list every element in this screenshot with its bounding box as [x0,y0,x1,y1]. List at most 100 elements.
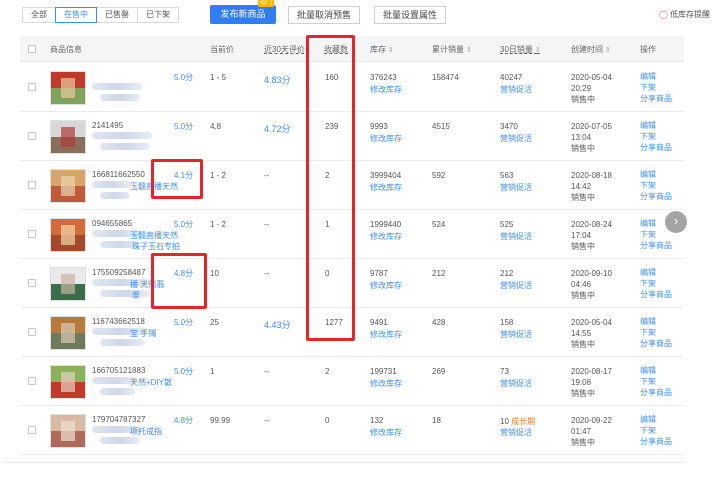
table-row: 166811662550 4.1分 玉髓直播天然 1 - 2 -- 2 3999… [20,161,684,210]
row-checkbox[interactable] [28,377,36,385]
product-title[interactable]: 玉髓直播天然 [130,181,178,192]
promote-link[interactable]: 营销促活 [500,231,532,242]
row-checkbox[interactable] [28,132,36,140]
edit-stock-link[interactable]: 修改库存 [370,182,402,193]
take-down-link[interactable]: 下架 [640,278,672,289]
product-title[interactable]: 玉髓直播天然 [130,230,178,241]
product-title[interactable]: 项托戒指 [130,426,162,437]
product-thumbnail[interactable] [50,71,86,105]
edit-link[interactable]: 编辑 [640,71,672,82]
take-down-link[interactable]: 下架 [640,376,672,387]
promote-link[interactable]: 营销促活 [500,280,532,291]
scroll-right-button[interactable]: › [665,211,687,233]
stock-cell: 132 [370,416,384,425]
stock-cell: 9993 [370,122,388,131]
col-total-sales[interactable]: 累计销量 ⇕ [432,44,472,55]
sales30-cell: 212 [500,269,513,278]
product-title[interactable]: 天然+DIY散 [130,377,172,388]
row-checkbox[interactable] [28,181,36,189]
edit-link[interactable]: 编辑 [640,316,672,327]
edit-stock-link[interactable]: 修改库存 [370,133,402,144]
edit-link[interactable]: 编辑 [640,120,672,131]
row-checkbox[interactable] [28,426,36,434]
batch-cancel-presale-button[interactable]: 批量取消预售 [288,6,361,24]
share-link[interactable]: 分享商品 [640,338,672,349]
col-rating30[interactable]: 近30天评价 [264,44,305,55]
edit-stock-link[interactable]: 修改库存 [370,329,402,340]
row-checkbox[interactable] [28,83,36,91]
low-stock-label: 低库存提醒 [670,10,710,19]
col-stock[interactable]: 库存 ⇕ [370,44,394,55]
stock-cell: 9491 [370,318,388,327]
tab-0[interactable]: 全部 [22,7,56,23]
product-thumbnail[interactable] [50,414,86,448]
promote-link[interactable]: 营销促活 [500,84,532,95]
product-title[interactable]: 播 天然翡 [130,279,164,290]
rating30-cell: -- [264,171,270,180]
share-link[interactable]: 分享商品 [640,191,672,202]
blurred-title [100,94,140,101]
row-checkbox[interactable] [28,328,36,336]
tab-1[interactable]: 在售中 [55,7,97,23]
product-title-line2[interactable]: 珠子玉石专拍 [132,241,180,252]
product-rating-badge: 4.8分 [174,269,194,278]
select-all-checkbox[interactable] [28,45,36,53]
col-created[interactable]: 创建时间 ⇕ [571,44,611,55]
publish-product-button[interactable]: 发布新商品 [210,5,276,24]
total-sales-cell: 524 [432,220,446,229]
product-id: 116743662518 [92,317,145,326]
share-link[interactable]: 分享商品 [640,289,672,300]
product-thumbnail[interactable] [50,267,86,301]
row-actions: 编辑 下架 分享商品 [640,267,672,300]
share-link[interactable]: 分享商品 [640,436,672,447]
product-thumbnail[interactable] [50,120,86,154]
edit-link[interactable]: 编辑 [640,365,672,376]
product-id: 166811662550 [92,170,145,179]
share-link[interactable]: 分享商品 [640,142,672,153]
edit-link[interactable]: 编辑 [640,267,672,278]
product-title[interactable]: 宝 手镯 [130,328,156,339]
edit-link[interactable]: 编辑 [640,414,672,425]
take-down-link[interactable]: 下架 [640,229,672,240]
created-date: 2020-08-18 [571,171,612,180]
product-title-line2[interactable]: 翠 [132,290,140,301]
batch-set-attributes-button[interactable]: 批量设置属性 [374,6,447,24]
favorites-cell: 0 [325,416,330,425]
row-checkbox[interactable] [28,279,36,287]
product-thumbnail[interactable] [50,169,86,203]
row-actions: 编辑 下架 分享商品 [640,316,672,349]
product-thumbnail[interactable] [50,316,86,350]
col-favorites[interactable]: 收藏数 [324,44,348,55]
product-thumbnail[interactable] [50,365,86,399]
share-link[interactable]: 分享商品 [640,93,672,104]
edit-stock-link[interactable]: 修改库存 [370,231,402,242]
edit-stock-link[interactable]: 修改库存 [370,427,402,438]
take-down-link[interactable]: 下架 [640,180,672,191]
promote-link[interactable]: 营销促活 [500,182,532,193]
edit-stock-link[interactable]: 修改库存 [370,280,402,291]
promote-link[interactable]: 营销促活 [500,427,532,438]
tab-2[interactable]: 已售罄 [96,7,138,23]
low-stock-reminder[interactable]: ◯ 低库存提醒 [659,9,710,20]
created-time: 19:08 [571,378,592,387]
col-sales30[interactable]: 30日销量 ⇕ [500,44,541,55]
edit-stock-link[interactable]: 修改库存 [370,378,402,389]
take-down-link[interactable]: 下架 [640,425,672,436]
promote-link[interactable]: 营销促活 [500,378,532,389]
sort-icon: ⇕ [388,47,394,54]
edit-link[interactable]: 编辑 [640,169,672,180]
promote-link[interactable]: 营销促活 [500,133,532,144]
row-checkbox[interactable] [28,230,36,238]
toolbar: 全部 在售中 已售罄 已下架 发布新商品 热门 批量取消预售 批量设置属性 ◯ 低库存提… [22,0,710,25]
tab-3[interactable]: 已下架 [137,7,179,23]
take-down-link[interactable]: 下架 [640,131,672,142]
sales30-value: 73 [500,367,509,376]
share-link[interactable]: 分享商品 [640,240,672,251]
edit-stock-link[interactable]: 修改库存 [370,84,402,95]
take-down-link[interactable]: 下架 [640,82,672,93]
product-thumbnail[interactable] [50,218,86,252]
promote-link[interactable]: 营销促活 [500,329,532,340]
share-link[interactable]: 分享商品 [640,387,672,398]
product-rating-badge: 4.8分 [174,416,194,425]
take-down-link[interactable]: 下架 [640,327,672,338]
